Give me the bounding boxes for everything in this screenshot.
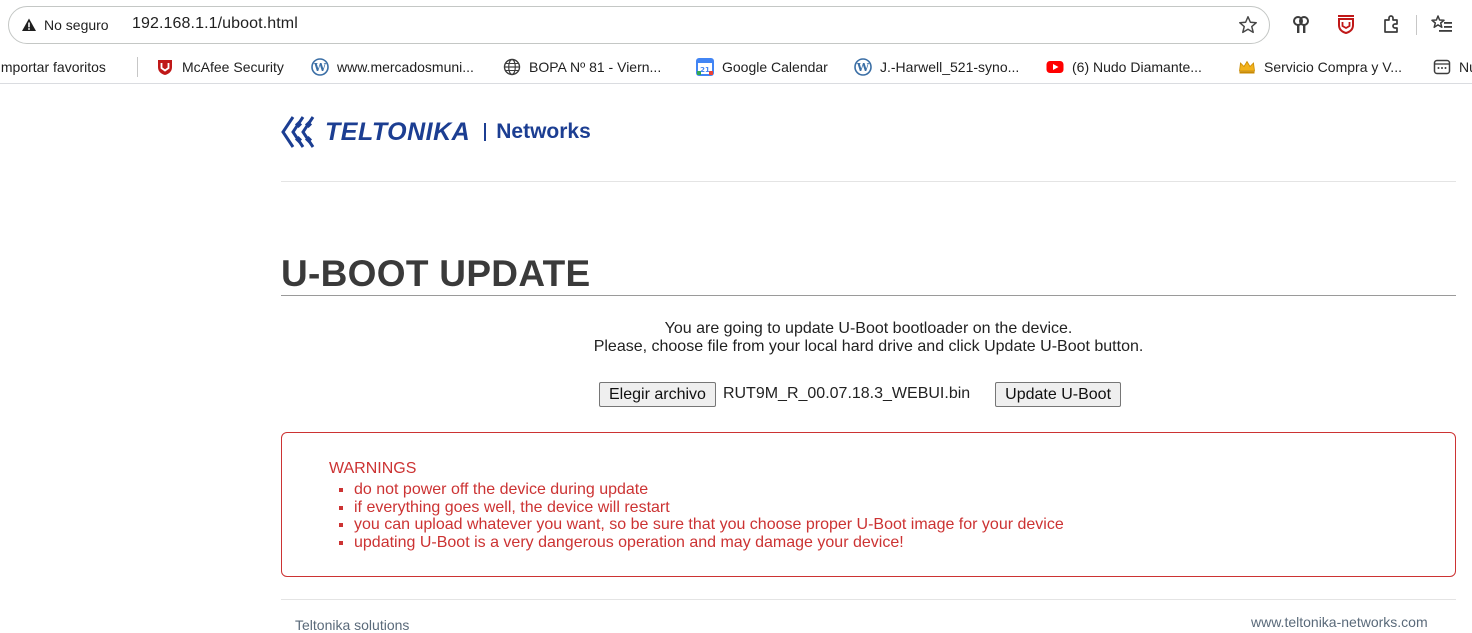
logo-brand: TELTONIKA: [325, 117, 471, 146]
bookmark-label: McAfee Security: [182, 59, 284, 75]
header-divider: [281, 181, 1456, 182]
warning-item: updating U-Boot is a very dangerous oper…: [354, 534, 1064, 552]
bookmark-servicio-compra[interactable]: Servicio Compra y V...: [1238, 57, 1402, 77]
wordpress-icon: W: [854, 58, 872, 76]
security-chip[interactable]: No seguro: [21, 15, 109, 35]
intro-line-2: Please, choose file from your local hard…: [593, 338, 1144, 355]
warnings-list: do not power off the device during updat…: [354, 481, 1064, 551]
bookmark-importar-favoritos[interactable]: Importar favoritos: [0, 57, 106, 77]
logo-divider: [484, 123, 487, 141]
extensions-puzzle-icon[interactable]: [1380, 13, 1402, 35]
key-icon[interactable]: [1290, 13, 1312, 35]
bookmark-label: (6) Nudo Diamante...: [1072, 59, 1202, 75]
address-bar[interactable]: No seguro 192.168.1.1/uboot.html: [8, 6, 1270, 44]
logo-product: Networks: [496, 120, 591, 143]
svg-text:W: W: [856, 61, 870, 74]
bookmark-harwell[interactable]: W J.-Harwell_521-syno...: [854, 57, 1019, 77]
svg-text:W: W: [313, 61, 327, 74]
bookmark-label: www.mercadosmuni...: [337, 59, 474, 75]
page-title: U-BOOT UPDATE: [281, 253, 591, 294]
bookmark-google-calendar[interactable]: 21 Google Calendar: [696, 57, 828, 77]
bookmarks-bar: Importar favoritos McAfee Security W www…: [0, 50, 1472, 84]
bookmark-mercadosmuni[interactable]: W www.mercadosmuni...: [311, 57, 474, 77]
footer-left-text: Teltonika solutions: [295, 617, 410, 633]
footer-divider: [281, 599, 1456, 600]
choose-file-button[interactable]: Elegir archivo: [599, 381, 716, 407]
app-icon: [1433, 59, 1451, 75]
bookmark-label: Nu: [1459, 59, 1472, 75]
upload-form: Elegir archivo RUT9M_R_00.07.18.3_WEBUI.…: [599, 381, 1122, 407]
intro-text: You are going to update U-Boot bootloade…: [281, 320, 1456, 356]
footer-website-link[interactable]: www.teltonika-networks.com: [1251, 614, 1428, 630]
title-underline: [281, 295, 1456, 296]
svg-text:21: 21: [700, 66, 710, 74]
wordpress-icon: W: [311, 58, 329, 76]
update-uboot-button[interactable]: Update U-Boot: [995, 381, 1122, 407]
bookmark-bopa[interactable]: BOPA Nº 81 - Viern...: [503, 57, 661, 77]
bookmarks-divider: [137, 57, 138, 77]
warnings-title: WARNINGS: [329, 460, 417, 477]
bookmark-label: J.-Harwell_521-syno...: [880, 59, 1020, 75]
favorites-list-icon[interactable]: [1431, 13, 1453, 35]
globe-icon: [503, 58, 521, 76]
crown-icon: [1239, 60, 1255, 74]
bookmark-nu[interactable]: Nu: [1433, 57, 1472, 77]
browser-toolbar: No seguro 192.168.1.1/uboot.html: [0, 0, 1472, 50]
warnings-box: WARNINGS do not power off the device dur…: [281, 432, 1456, 577]
mcafee-extension-icon[interactable]: [1335, 13, 1357, 35]
toolbar-divider: [1416, 15, 1417, 35]
teltonika-mark-icon: [281, 116, 315, 148]
youtube-icon: [1046, 61, 1064, 73]
bookmark-label: BOPA Nº 81 - Viern...: [529, 59, 662, 75]
bookmark-nudo-diamante[interactable]: (6) Nudo Diamante...: [1046, 57, 1202, 77]
bookmark-star-icon[interactable]: [1237, 14, 1259, 36]
bookmark-mcafee[interactable]: McAfee Security: [156, 57, 284, 77]
warning-icon: [22, 18, 36, 31]
intro-line-1: You are going to update U-Boot bootloade…: [664, 320, 1073, 337]
warning-item: do not power off the device during updat…: [354, 481, 1064, 499]
calendar-icon: 21: [696, 58, 714, 76]
url-text[interactable]: 192.168.1.1/uboot.html: [132, 15, 298, 33]
bookmark-label: Google Calendar: [722, 59, 828, 75]
teltonika-logo: TELTONIKA Networks: [281, 111, 591, 153]
mcafee-icon: [158, 60, 172, 75]
bookmark-label: Importar favoritos: [0, 59, 106, 75]
security-label: No seguro: [44, 17, 109, 33]
page-content: TELTONIKA Networks U-BOOT UPDATE You are…: [0, 85, 1472, 633]
selected-file-name: RUT9M_R_00.07.18.3_WEBUI.bin: [722, 385, 971, 402]
warning-item: you can upload whatever you want, so be …: [354, 516, 1064, 534]
warning-item: if everything goes well, the device will…: [354, 499, 1064, 517]
bookmark-label: Servicio Compra y V...: [1264, 59, 1402, 75]
